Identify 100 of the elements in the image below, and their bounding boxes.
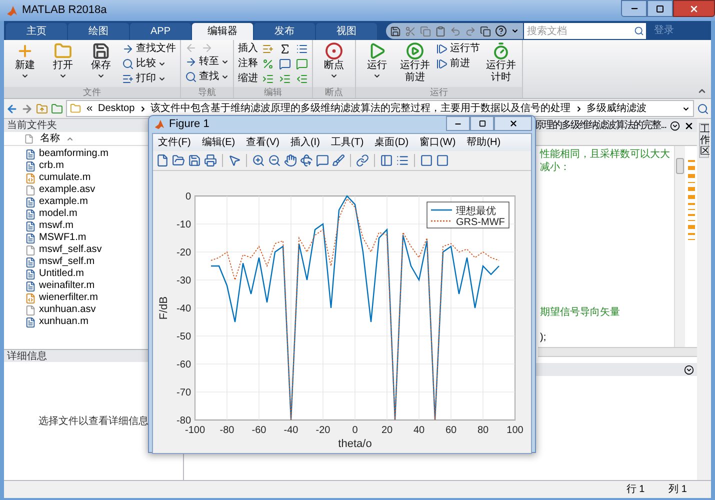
file-name[interactable]: mswf_self.m — [39, 256, 95, 268]
ribbon-button-label[interactable]: 缩进 — [238, 73, 258, 85]
ribbon-tab[interactable]: 编辑器 — [192, 23, 253, 40]
save-icon[interactable] — [390, 26, 401, 36]
new-file-icon[interactable] — [156, 154, 169, 166]
zoom-out-icon[interactable] — [268, 154, 281, 166]
menu-item[interactable]: 桌面(D) — [374, 134, 409, 150]
file-name[interactable]: xunhuan.asv — [39, 304, 96, 316]
ribbon-button-label[interactable]: 插入 — [238, 43, 258, 55]
path-segment[interactable]: Desktop — [98, 101, 135, 116]
window-icon[interactable] — [436, 154, 449, 166]
colorbar-icon[interactable] — [380, 154, 393, 166]
column-header[interactable]: 名称 — [40, 131, 60, 146]
file-name[interactable]: crb.m — [39, 160, 64, 172]
section-icon[interactable] — [262, 43, 274, 55]
ribbon-button-label[interactable]: 查找文件 — [136, 43, 176, 55]
caret-icon[interactable] — [221, 73, 229, 81]
search-field[interactable]: 搜索文档 — [524, 23, 632, 39]
brush-icon[interactable] — [332, 154, 345, 166]
close-icon[interactable] — [684, 120, 694, 130]
search-icon[interactable] — [185, 71, 197, 83]
window-switch-icon[interactable] — [480, 26, 491, 36]
caret-icon[interactable] — [59, 72, 67, 80]
square-icon[interactable] — [420, 154, 433, 166]
arrow-right-icon[interactable] — [185, 56, 197, 68]
function-icon[interactable] — [279, 43, 291, 55]
collapse-icon[interactable] — [697, 86, 707, 96]
caret-icon[interactable] — [158, 75, 166, 83]
timer-icon[interactable] — [492, 42, 510, 60]
side-tab[interactable]: 工作区 — [699, 123, 709, 158]
file-name[interactable]: wienerfilter.m — [39, 292, 98, 304]
pointer-icon[interactable] — [228, 154, 241, 166]
forward-icon[interactable] — [21, 102, 33, 114]
folder-icon[interactable] — [172, 154, 185, 166]
run-advance-icon[interactable] — [406, 42, 424, 60]
path-segment[interactable]: 该文件中包含基于维纳滤波原理的多级维纳滤波算法的完整过程，主要用于数据以及信号的处理 — [150, 101, 571, 116]
file-name[interactable]: example.asv — [39, 184, 96, 196]
step-forward-icon[interactable] — [436, 58, 448, 70]
save-icon[interactable] — [92, 42, 110, 60]
ribbon-button-label[interactable]: 运行 — [361, 60, 393, 72]
caret-icon[interactable] — [330, 72, 338, 80]
menu-item[interactable]: 帮助(H) — [466, 134, 501, 150]
file-name[interactable]: xunhuan.m — [39, 316, 88, 328]
outdent-icon[interactable] — [296, 73, 308, 85]
caret-icon[interactable] — [21, 72, 29, 80]
ribbon-button-label[interactable]: 运行节 — [450, 43, 480, 55]
ribbon-button-label[interactable]: 运行并前进 — [399, 60, 431, 84]
menu-item[interactable]: 工具(T) — [330, 134, 364, 150]
file-name[interactable]: cumulate.m — [39, 172, 91, 184]
ribbon-button-label[interactable]: 保存 — [85, 60, 117, 72]
file-name[interactable]: mswf.m — [39, 220, 74, 232]
ribbon-button-label[interactable]: 比较 — [136, 58, 156, 70]
ribbon-tab[interactable]: APP — [130, 23, 191, 40]
file-name[interactable]: beamforming.m — [39, 148, 108, 160]
link-icon[interactable] — [356, 154, 369, 166]
percent-icon[interactable] — [262, 58, 274, 70]
browse-folder-icon[interactable] — [51, 102, 63, 114]
menu-item[interactable]: 插入(I) — [290, 134, 320, 150]
indent-icon[interactable] — [262, 73, 274, 85]
uncomment-icon[interactable] — [296, 58, 308, 70]
caret-icon[interactable] — [511, 27, 519, 35]
caret-icon[interactable] — [158, 60, 166, 68]
ribbon-button-label[interactable]: 转至 — [199, 56, 219, 68]
zoom-in-icon[interactable] — [252, 154, 265, 166]
help-icon[interactable] — [495, 25, 507, 37]
hand-icon[interactable] — [284, 154, 297, 166]
caret-icon[interactable] — [97, 72, 105, 80]
ribbon-button-label[interactable]: 前进 — [450, 58, 470, 70]
breakpoint-icon[interactable] — [325, 42, 343, 60]
file-name[interactable]: MSWF1.m — [39, 232, 86, 244]
ribbon-button-label[interactable]: 查找 — [199, 71, 219, 83]
arrow-right-icon[interactable] — [122, 43, 134, 55]
indent-icon[interactable] — [279, 73, 291, 85]
menu-item[interactable]: 查看(V) — [246, 134, 280, 150]
horizontal-scrollbar[interactable] — [538, 347, 697, 357]
caret-icon[interactable] — [682, 104, 690, 112]
ribbon-button-label[interactable]: 注释 — [238, 58, 258, 70]
ribbon-button-label[interactable]: 打开 — [47, 60, 79, 72]
comment-icon[interactable] — [279, 58, 291, 70]
ribbon-button-label[interactable]: 打印 — [136, 73, 156, 85]
chevrons-icon[interactable] — [85, 104, 94, 113]
back-icon[interactable] — [6, 102, 18, 114]
close-button[interactable] — [673, 0, 715, 17]
scrollbar[interactable] — [674, 146, 685, 347]
rotate-icon[interactable] — [300, 154, 313, 166]
save-icon[interactable] — [188, 154, 201, 166]
maximize-button[interactable] — [470, 116, 494, 131]
search-icon[interactable] — [632, 23, 646, 39]
menu-item[interactable]: 文件(F) — [158, 134, 191, 150]
separator-icon[interactable] — [574, 104, 583, 112]
ribbon-tab[interactable]: 发布 — [254, 23, 315, 40]
ribbon-tab[interactable]: 绘图 — [68, 23, 129, 40]
editor-tab-title[interactable]: 原理的多级维纳滤波算法的完整... — [534, 119, 666, 132]
path-segment[interactable]: 多级威纳滤波 — [586, 101, 647, 116]
menu-item[interactable]: 编辑(E) — [202, 134, 236, 150]
file-name[interactable]: Untitled.m — [39, 268, 84, 280]
caret-icon[interactable] — [221, 58, 229, 66]
menu-item[interactable]: 窗口(W) — [420, 134, 456, 150]
sort-icon[interactable] — [66, 134, 74, 142]
ribbon-button-label[interactable]: 断点 — [318, 60, 350, 72]
